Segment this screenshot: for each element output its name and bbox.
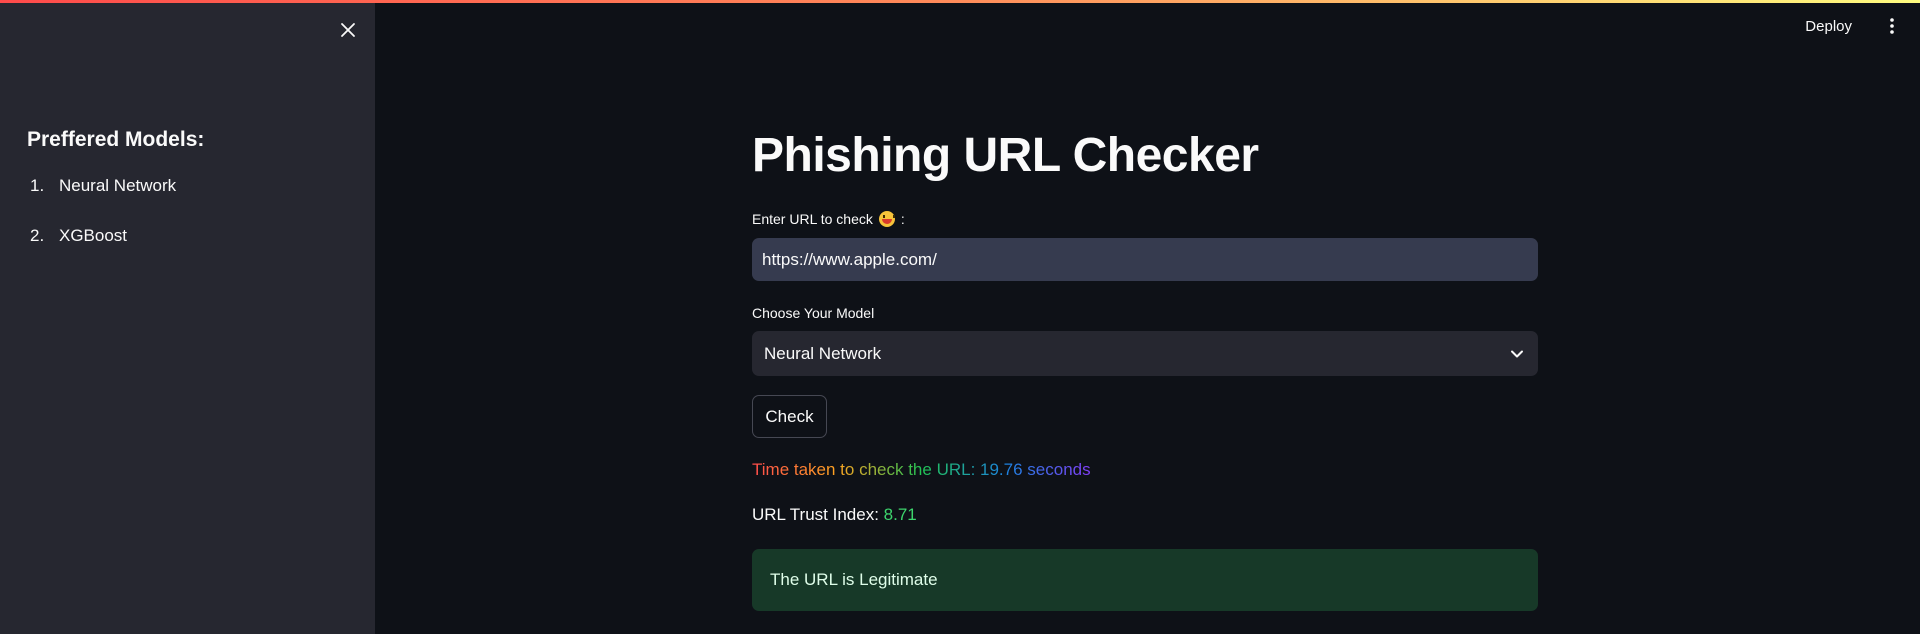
model-select-label: Choose Your Model: [752, 305, 875, 321]
list-item: 2. XGBoost: [30, 226, 176, 276]
url-input-label: Enter URL to check :: [752, 211, 905, 227]
list-item: 1. Neural Network: [30, 176, 176, 226]
grinning-tongue-emoji-icon: [878, 211, 895, 227]
top-decoration-stripe: [0, 0, 1920, 3]
close-sidebar-button[interactable]: [334, 16, 362, 44]
trust-index: URL Trust Index: 8.71: [752, 505, 917, 525]
url-label-text: Enter URL to check: [752, 211, 873, 227]
list-item-label: XGBoost: [59, 226, 128, 245]
trust-index-value: 8.71: [883, 505, 917, 524]
list-item-label: Neural Network: [59, 176, 177, 195]
deploy-button[interactable]: Deploy: [1805, 18, 1852, 35]
result-text: The URL is Legitimate: [770, 570, 938, 589]
main-menu-button[interactable]: [1880, 18, 1904, 34]
sidebar-title: Preffered Models:: [27, 128, 205, 151]
model-select[interactable]: Neural Network: [752, 331, 1538, 376]
time-taken-text: Time taken to check the URL: 19.76 secon…: [752, 460, 1091, 479]
chevron-down-icon: [1511, 350, 1523, 357]
list-item-number: 1.: [30, 176, 45, 195]
result-success-alert: The URL is Legitimate: [752, 549, 1538, 611]
close-icon: [341, 23, 355, 37]
list-item-number: 2.: [30, 226, 45, 245]
sidebar: Preffered Models: 1. Neural Network 2. X…: [0, 0, 375, 634]
page-title: Phishing URL Checker: [752, 129, 1259, 182]
header-toolbar: Deploy: [1805, 14, 1920, 38]
kebab-menu-icon: [1890, 18, 1894, 34]
trust-index-label: URL Trust Index:: [752, 505, 879, 524]
model-select-value: Neural Network: [764, 343, 882, 363]
url-label-suffix: :: [900, 211, 905, 227]
url-input[interactable]: [752, 238, 1538, 281]
model-list: 1. Neural Network 2. XGBoost: [30, 176, 176, 276]
check-button[interactable]: Check: [752, 395, 827, 438]
